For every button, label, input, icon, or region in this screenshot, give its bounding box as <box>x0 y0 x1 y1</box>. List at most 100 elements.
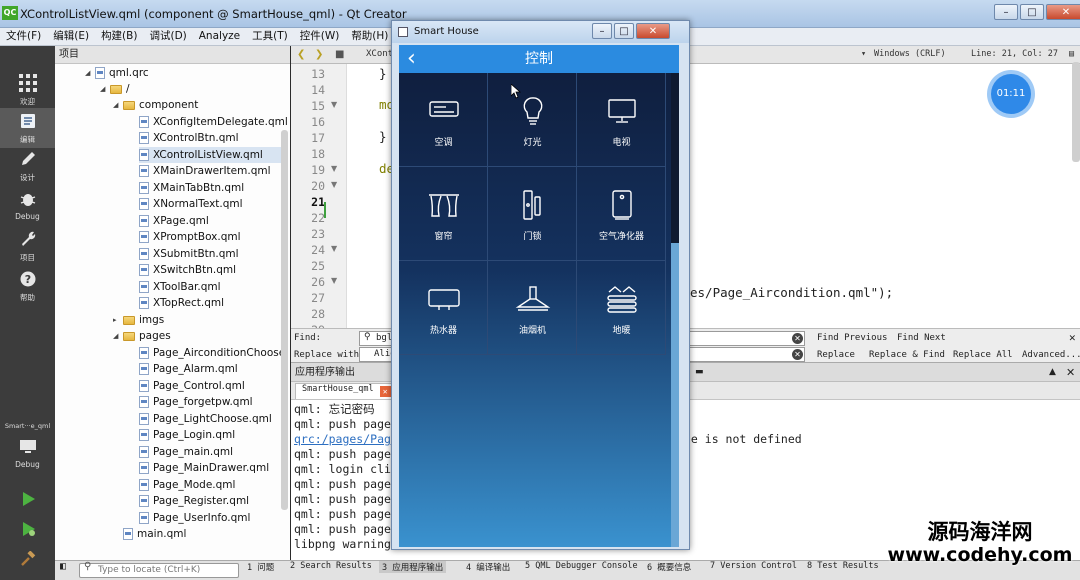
tree-file[interactable]: XSubmitBtn.qml <box>139 246 239 262</box>
build-button[interactable] <box>0 546 55 572</box>
tree-file[interactable]: Page_MainDrawer.qml <box>139 460 269 476</box>
device-door-lock[interactable]: 门锁 <box>488 167 577 261</box>
fold-arrow-icon[interactable]: ▼ <box>331 276 337 285</box>
tree-file[interactable]: Page_UserInfo.qml <box>139 510 250 526</box>
tree-file[interactable]: XNormalText.qml <box>139 196 243 212</box>
device-light[interactable]: 灯光 <box>488 73 577 167</box>
tree-file[interactable]: Page_forgetpw.qml <box>139 394 253 410</box>
app-maximize-button[interactable]: □ <box>614 23 634 39</box>
tree-file[interactable]: Page_main.qml <box>139 444 233 460</box>
split-icon[interactable]: ▤ <box>1069 46 1074 63</box>
replace-button[interactable]: Replace <box>817 350 855 360</box>
output-tab-smarthouse[interactable]: SmartHouse_qml ✕ <box>295 383 395 399</box>
fold-arrow-icon[interactable]: ▼ <box>331 180 337 189</box>
tree-file-selected[interactable]: XControlListView.qml <box>139 147 281 163</box>
advanced-button[interactable]: Advanced... <box>1022 350 1080 360</box>
fold-arrow-icon[interactable]: ▼ <box>331 244 337 253</box>
menu-analyze[interactable]: Analyze <box>193 28 246 45</box>
tree-file[interactable]: XControlBtn.qml <box>139 130 239 146</box>
menu-build[interactable]: 构建(B) <box>95 28 143 45</box>
mode-welcome[interactable]: 欢迎 <box>0 70 55 110</box>
tree-file[interactable]: Page_Mode.qml <box>139 477 235 493</box>
locator-input[interactable]: Type to locate (Ctrl+K) <box>79 563 239 578</box>
sidebar-toggle-icon[interactable]: ◧ <box>60 561 66 572</box>
close-pane-icon[interactable]: ✕ <box>1066 363 1075 382</box>
mode-design[interactable]: 设计 <box>0 146 55 186</box>
mode-debug[interactable]: Debug <box>0 186 55 226</box>
tree-file[interactable]: XSwitchBtn.qml <box>139 262 236 278</box>
tab-test-results[interactable]: 8 Test Results <box>807 561 879 571</box>
maximize-button[interactable]: □ <box>1020 4 1044 20</box>
tree-item-root-folder[interactable]: ◢ / <box>100 81 130 97</box>
minimize-pane-icon[interactable]: ▬ <box>695 363 704 382</box>
tree-file[interactable]: XTopRect.qml <box>139 295 224 311</box>
close-tab-icon[interactable]: ✕ <box>379 386 391 397</box>
menu-file[interactable]: 文件(F) <box>0 28 47 45</box>
tab-version-control[interactable]: 7 Version Control <box>710 561 797 571</box>
tree-file[interactable]: Page_LightChoose.qml <box>139 411 272 427</box>
editor-scrollbar[interactable] <box>1072 62 1080 162</box>
tab-issues[interactable]: 1 问题 <box>247 561 274 573</box>
fold-arrow-icon[interactable]: ▼ <box>331 164 337 173</box>
device-air-purifier[interactable]: 空气净化器 <box>577 167 666 261</box>
kit-selector[interactable]: Debug <box>0 434 55 474</box>
replace-find-button[interactable]: Replace & Find <box>869 350 945 360</box>
tree-scrollbar[interactable] <box>281 130 288 510</box>
menu-tools[interactable]: 工具(T) <box>246 28 294 45</box>
mode-help[interactable]: ? 帮助 <box>0 266 55 306</box>
device-curtain[interactable]: 窗帘 <box>399 167 488 261</box>
mode-projects[interactable]: 项目 <box>0 226 55 266</box>
tree-item-pages-folder[interactable]: ◢ pages <box>113 328 171 344</box>
tree-file[interactable]: XConfigItemDelegate.qml <box>139 114 288 130</box>
device-air-conditioner[interactable]: 空调 <box>399 73 488 167</box>
replace-all-button[interactable]: Replace All <box>953 350 1013 360</box>
tab-qml-debugger-console[interactable]: 5 QML Debugger Console <box>525 561 638 571</box>
tree-file[interactable]: XToolBar.qml <box>139 279 221 295</box>
tree-file[interactable]: XPage.qml <box>139 213 209 229</box>
back-arrow-icon[interactable]: ❮ <box>297 46 305 63</box>
run-button[interactable] <box>0 486 55 512</box>
tree-file-main[interactable]: main.qml <box>113 526 186 542</box>
tab-search-results[interactable]: 2 Search Results <box>290 561 372 571</box>
tree-file[interactable]: Page_Register.qml <box>139 493 249 509</box>
device-floor-heating[interactable]: 地暖 <box>577 261 666 355</box>
tree-item-qml-qrc[interactable]: ◢ qml.qrc <box>85 65 149 81</box>
find-previous-button[interactable]: Find Previous <box>817 333 887 343</box>
tab-general-messages[interactable]: 6 概要信息 <box>647 561 691 573</box>
mode-edit[interactable]: 编辑 <box>0 108 55 148</box>
clear-find-icon[interactable]: ✕ <box>792 333 803 344</box>
close-find-icon[interactable]: ✕ <box>1069 331 1076 344</box>
tab-application-output[interactable]: 3 应用程序输出 <box>379 561 447 573</box>
scroll-thumb[interactable] <box>671 73 679 243</box>
menu-help[interactable]: 帮助(H) <box>345 28 394 45</box>
chevron-down-icon[interactable]: ▾ <box>861 46 866 63</box>
open-file-tab[interactable]: XCont <box>366 46 393 63</box>
menu-controls[interactable]: 控件(W) <box>294 28 346 45</box>
menu-debug[interactable]: 调试(D) <box>143 28 192 45</box>
tree-file[interactable]: XMainTabBtn.qml <box>139 180 244 196</box>
forward-arrow-icon[interactable]: ❯ <box>315 46 323 63</box>
maximize-pane-icon[interactable]: ▲ <box>1049 363 1056 382</box>
tree-file[interactable]: Page_Login.qml <box>139 427 235 443</box>
tree-item-imgs-folder[interactable]: ▸ imgs <box>113 312 164 328</box>
tab-compile-output[interactable]: 4 编译输出 <box>466 561 510 573</box>
minimize-button[interactable]: – <box>994 4 1018 20</box>
find-next-button[interactable]: Find Next <box>897 333 946 343</box>
tree-file[interactable]: XMainDrawerItem.qml <box>139 163 271 179</box>
tree-file[interactable]: Page_AirconditionChoose. <box>139 345 289 361</box>
device-water-heater[interactable]: 热水器 <box>399 261 488 355</box>
menu-edit[interactable]: 编辑(E) <box>47 28 95 45</box>
tree-file[interactable]: XPromptBox.qml <box>139 229 241 245</box>
tree-file[interactable]: Page_Control.qml <box>139 378 245 394</box>
line-ending-selector[interactable]: Windows (CRLF) <box>874 46 946 63</box>
device-range-hood[interactable]: 油烟机 <box>488 261 577 355</box>
back-chevron-icon[interactable]: ‹ <box>407 48 416 70</box>
clear-replace-icon[interactable]: ✕ <box>792 349 803 360</box>
app-close-button[interactable]: ✕ <box>636 23 670 39</box>
tree-file[interactable]: Page_Alarm.qml <box>139 361 238 377</box>
close-button[interactable]: ✕ <box>1046 4 1080 20</box>
control-scrollbar[interactable] <box>671 73 679 547</box>
app-minimize-button[interactable]: – <box>592 23 612 39</box>
tree-item-component-folder[interactable]: ◢ component <box>113 97 198 113</box>
fold-arrow-icon[interactable]: ▼ <box>331 100 337 109</box>
